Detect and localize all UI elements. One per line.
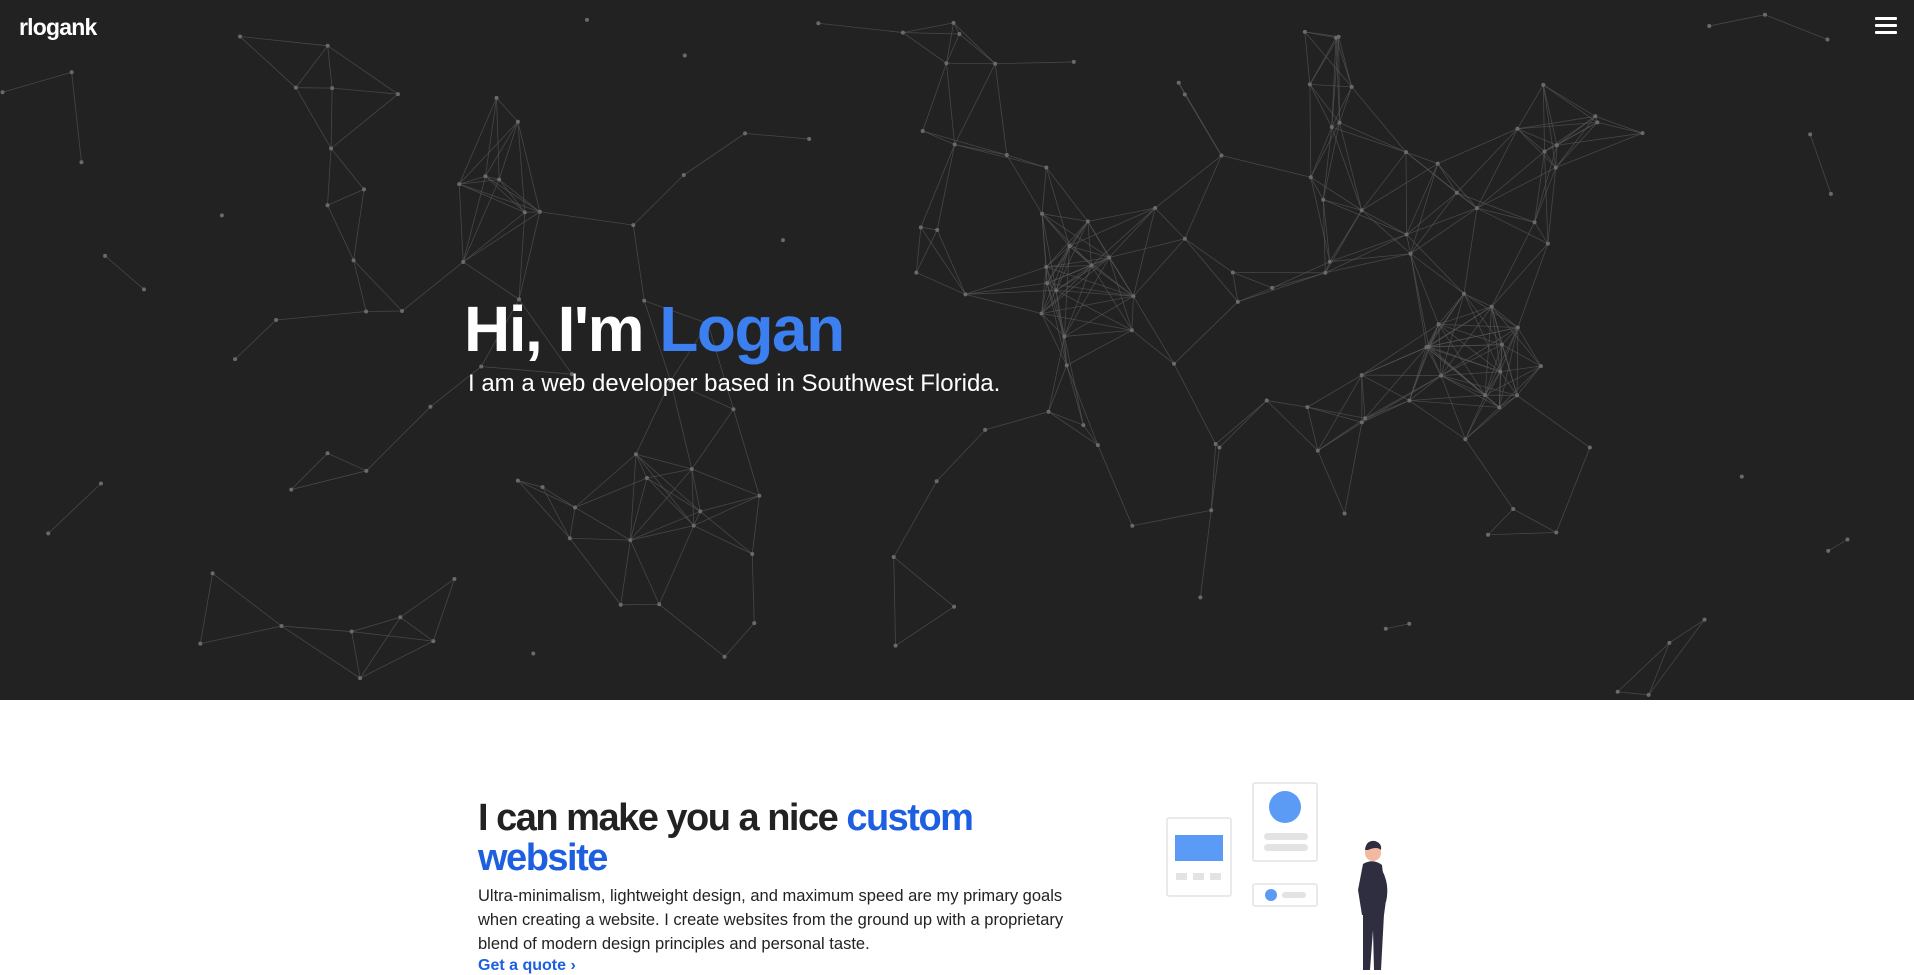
person-figure [1358, 841, 1387, 970]
hero-title-prefix: Hi, I'm [464, 293, 659, 365]
card-left-image [1175, 835, 1223, 861]
about-heading: I can make you a nice custom website [478, 798, 1038, 878]
about-heading-prefix: I can make you a nice [478, 797, 846, 839]
hero-title-name: Logan [659, 293, 843, 365]
about-section: I can make you a nice custom website Ult… [0, 700, 1914, 967]
website-illustration [1160, 780, 1410, 970]
hero-title: Hi, I'm Logan [464, 290, 844, 368]
get-quote-link[interactable]: Get a quote › [478, 957, 576, 975]
site-logo[interactable]: rlogank [19, 14, 96, 41]
hero-section: rlogank Hi, I'm Logan I am a web develop… [0, 0, 1914, 700]
card-avatar-circle [1269, 791, 1301, 823]
particle-network-background [0, 0, 1914, 700]
hamburger-menu-icon[interactable] [1875, 17, 1897, 39]
hero-subtitle: I am a web developer based in Southwest … [468, 368, 1000, 400]
about-body: Ultra-minimalism, lightweight design, an… [478, 884, 1098, 956]
